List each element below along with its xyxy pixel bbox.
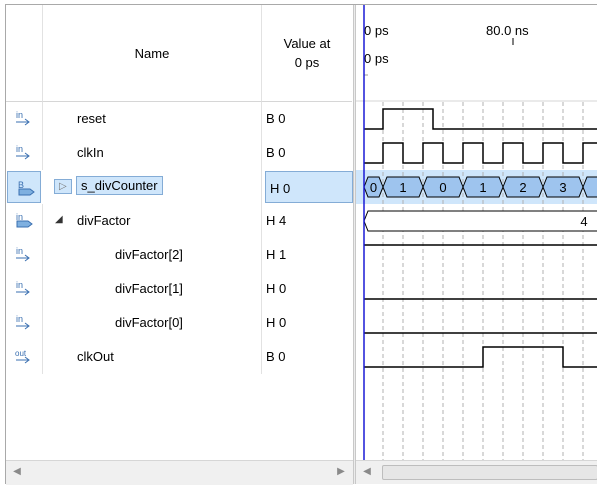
signal-row[interactable]: in divFactor[2] H 1 bbox=[6, 238, 353, 272]
input-pin-icon: in bbox=[16, 315, 30, 330]
signal-value-cell: H 0 bbox=[265, 171, 353, 203]
input-pin-icon: in bbox=[16, 281, 30, 296]
signal-value-cell: H 4 bbox=[262, 204, 352, 238]
bus-value-label: 0 bbox=[439, 180, 446, 195]
header-value[interactable]: Value at 0 ps bbox=[262, 5, 352, 102]
timeline-header bbox=[356, 5, 597, 101]
signal-row[interactable]: out clkOut B 0 bbox=[6, 340, 353, 374]
timeline-start-label: 0 ps bbox=[364, 23, 389, 38]
header-value-label: Value at bbox=[283, 36, 331, 51]
svg-text:in: in bbox=[16, 247, 23, 256]
scroll-right-arrow-icon[interactable]: ▶ bbox=[334, 465, 348, 479]
signal-icon-cell[interactable]: B bbox=[7, 171, 41, 203]
signal-value-cell: H 1 bbox=[262, 238, 352, 272]
bus-pin-icon: B bbox=[18, 181, 35, 196]
signal-value: B 0 bbox=[266, 145, 286, 160]
waveform-editor: Name Value at 0 ps in reset B 0 in clkIn B 0 B… bbox=[5, 4, 597, 485]
signal-icon-cell[interactable]: in bbox=[6, 204, 43, 238]
header-name[interactable]: Name bbox=[43, 5, 262, 102]
bus-value-label: 0 bbox=[370, 180, 377, 195]
signal-row[interactable]: in ◢ divFactor H 4 bbox=[6, 204, 353, 238]
signal-name: divFactor bbox=[77, 213, 131, 228]
signal-icon-cell[interactable]: in bbox=[6, 238, 43, 272]
signal-name: divFactor[0] bbox=[115, 315, 183, 330]
signal-name-cell[interactable]: clkIn bbox=[43, 136, 262, 170]
header-name-label: Name bbox=[134, 45, 170, 61]
waveform-canvas[interactable]: 0 ps80.0 ns0 ps01012304 bbox=[356, 5, 597, 460]
cursor-time-label: 0 ps bbox=[364, 51, 389, 66]
signal-list-scrollbar[interactable]: ◀ ▶ bbox=[6, 460, 353, 485]
signal-name: reset bbox=[77, 111, 106, 126]
svg-text:out: out bbox=[15, 349, 27, 358]
svg-text:in: in bbox=[16, 145, 23, 154]
signal-name: clkOut bbox=[77, 349, 114, 364]
clkin-waveform bbox=[364, 142, 597, 164]
signal-value-cell: H 0 bbox=[262, 306, 352, 340]
signal-icon-cell[interactable]: out bbox=[6, 340, 43, 374]
reset-waveform bbox=[364, 108, 597, 130]
signal-name-cell[interactable]: divFactor[0] bbox=[43, 306, 262, 340]
signal-value: H 1 bbox=[266, 247, 287, 262]
signal-icon-cell[interactable]: in bbox=[6, 102, 43, 136]
signal-name-cell[interactable]: clkOut bbox=[43, 340, 262, 374]
signal-row[interactable]: in reset B 0 bbox=[6, 102, 353, 136]
signal-name: clkIn bbox=[77, 145, 104, 160]
signal-name-cell[interactable]: divFactor[1] bbox=[43, 272, 262, 306]
signal-row[interactable]: in divFactor[0] H 0 bbox=[6, 306, 353, 340]
divfactor-value-label: 4 bbox=[580, 214, 587, 229]
signal-row[interactable]: B ▷ s_divCounter H 0 bbox=[6, 170, 353, 204]
clkout-waveform bbox=[364, 346, 597, 368]
bus-value-label: 2 bbox=[519, 180, 526, 195]
signal-name-cell[interactable]: ◢ divFactor bbox=[43, 204, 262, 238]
signal-value: B 0 bbox=[266, 111, 286, 126]
signal-name: divFactor[2] bbox=[115, 247, 183, 262]
svg-text:in: in bbox=[16, 281, 23, 290]
signal-value: H 4 bbox=[266, 213, 287, 228]
signal-row[interactable]: in divFactor[1] H 0 bbox=[6, 272, 353, 306]
output-pin-icon: out bbox=[15, 349, 30, 364]
signal-icon-cell[interactable]: in bbox=[6, 272, 43, 306]
signal-name: s_divCounter bbox=[76, 176, 163, 195]
waveform-scrollbar[interactable]: ◀ bbox=[356, 460, 597, 484]
signal-value: B 0 bbox=[266, 349, 286, 364]
waveform-pane[interactable]: 0 ps80.0 ns0 ps01012304 ◀ bbox=[356, 5, 597, 484]
scroll-left-arrow-icon[interactable]: ◀ bbox=[10, 465, 24, 479]
svg-text:in: in bbox=[16, 111, 23, 120]
signal-icon-cell[interactable]: in bbox=[6, 136, 43, 170]
signal-value-cell: B 0 bbox=[262, 136, 352, 170]
signal-icon-cell[interactable]: in bbox=[6, 306, 43, 340]
signal-value: H 0 bbox=[266, 281, 287, 296]
signal-name: divFactor[1] bbox=[115, 281, 183, 296]
input-pin-icon: in bbox=[16, 145, 30, 160]
signal-name-cell[interactable]: ▷ s_divCounter bbox=[43, 170, 262, 204]
header-icon-column bbox=[6, 5, 43, 102]
signal-value-cell: B 0 bbox=[262, 340, 352, 374]
bus-value-label: 1 bbox=[399, 180, 406, 195]
signal-value: H 0 bbox=[266, 315, 287, 330]
signal-value: H 0 bbox=[270, 181, 291, 196]
signal-row[interactable]: in clkIn B 0 bbox=[6, 136, 353, 170]
input-pin-icon: in bbox=[16, 247, 30, 262]
svg-text:in: in bbox=[16, 315, 23, 324]
divfactor-bus bbox=[363, 210, 597, 232]
header-value-time: 0 ps bbox=[294, 55, 320, 70]
signal-name-cell[interactable]: divFactor[2] bbox=[43, 238, 262, 272]
bus-value-label: 1 bbox=[479, 180, 486, 195]
waveform-scroll-thumb[interactable] bbox=[382, 465, 597, 480]
signal-name-cell[interactable]: reset bbox=[43, 102, 262, 136]
timeline-mid-label: 80.0 ns bbox=[486, 23, 529, 38]
expand-arrow-icon[interactable]: ▷ bbox=[54, 179, 72, 194]
signal-value-cell: B 0 bbox=[262, 102, 352, 136]
collapse-arrow-icon[interactable]: ◢ bbox=[55, 214, 63, 225]
input-bus-icon: in bbox=[16, 213, 33, 228]
bus-value-label: 3 bbox=[559, 180, 566, 195]
input-pin-icon: in bbox=[16, 111, 30, 126]
waveform-scroll-left-icon[interactable]: ◀ bbox=[360, 465, 374, 479]
signal-value-cell: H 0 bbox=[262, 272, 352, 306]
signal-list-pane: Name Value at 0 ps in reset B 0 in clkIn B 0 B… bbox=[6, 5, 353, 485]
